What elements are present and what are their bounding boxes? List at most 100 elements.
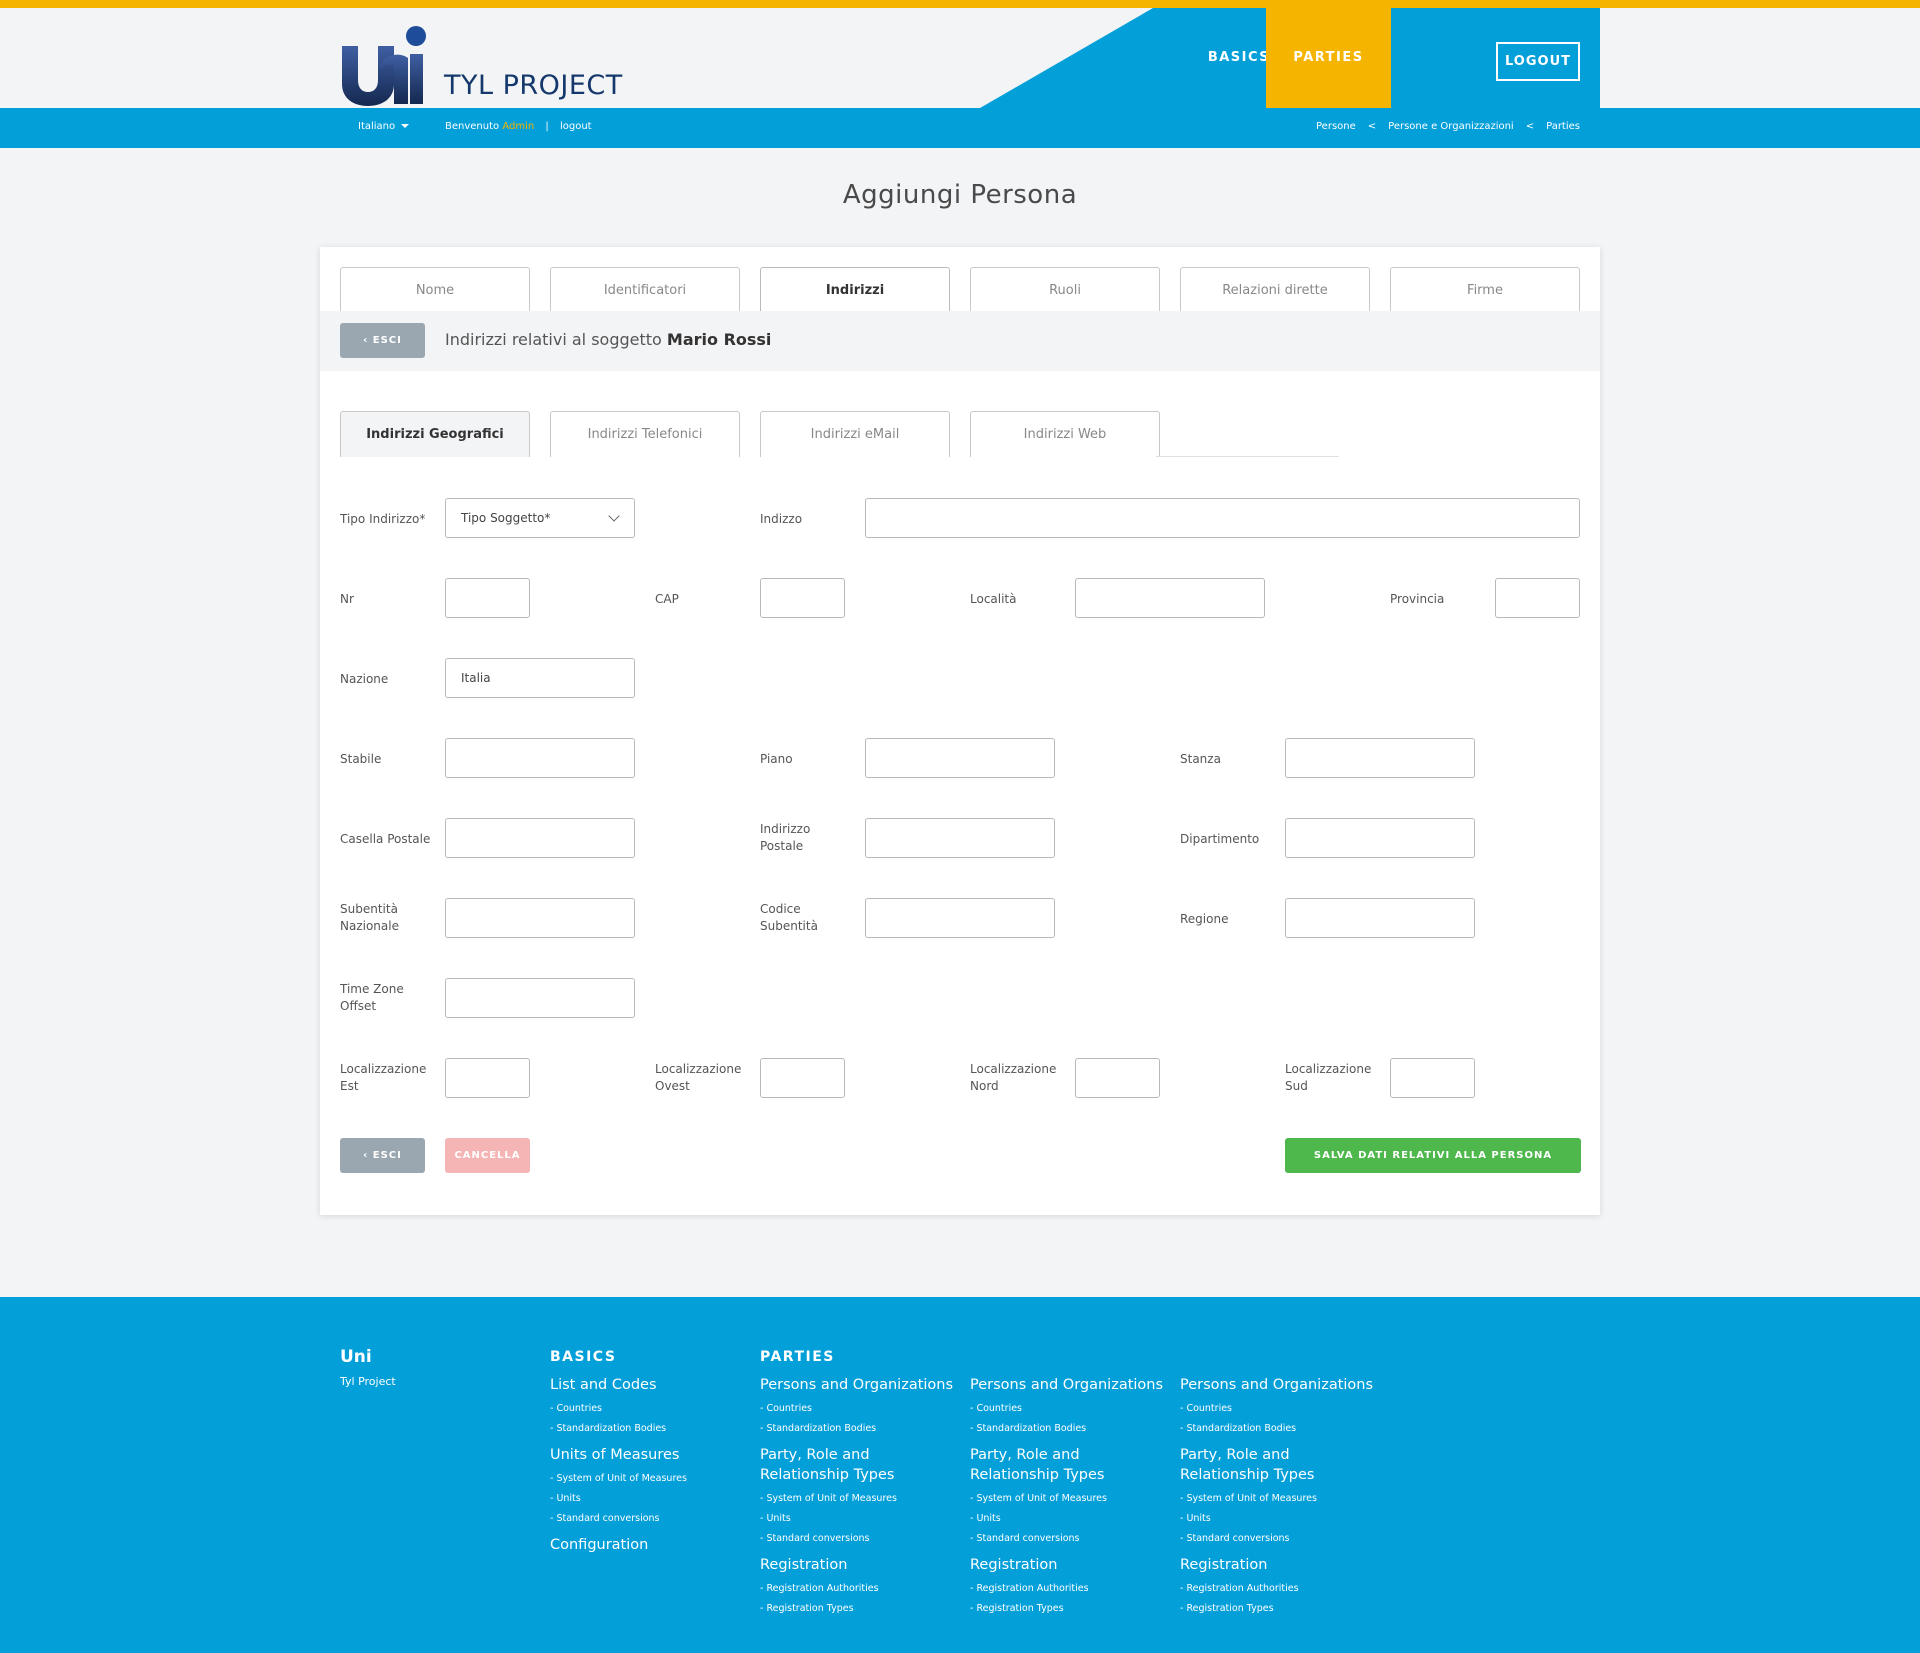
subtab-indirizzi-geografici[interactable]: Indirizzi Geografici bbox=[340, 411, 530, 457]
footer-group-title[interactable]: Persons and Organizations bbox=[970, 1375, 1170, 1395]
localita-input[interactable] bbox=[1075, 578, 1265, 618]
stabile-input[interactable] bbox=[445, 738, 635, 778]
label-line: Indirizzo bbox=[760, 822, 811, 836]
footer-link[interactable]: - System of Unit of Measures bbox=[760, 1489, 960, 1509]
footer-link[interactable]: - Standard conversions bbox=[970, 1529, 1170, 1549]
tab-firme[interactable]: Firme bbox=[1390, 267, 1580, 313]
label-line: Subentità bbox=[760, 919, 818, 933]
breadcrumb-item-persone-organizzazioni[interactable]: Persone e Organizzazioni bbox=[1388, 121, 1514, 132]
cap-input[interactable] bbox=[760, 578, 845, 618]
footer-link[interactable]: - Registration Authorities bbox=[970, 1579, 1170, 1599]
username: Admin bbox=[502, 121, 535, 132]
logout-button[interactable]: LOGOUT bbox=[1496, 42, 1580, 81]
footer-link[interactable]: - Registration Authorities bbox=[760, 1579, 960, 1599]
tab-ruoli[interactable]: Ruoli bbox=[970, 267, 1160, 313]
footer-group-title[interactable]: Persons and Organizations bbox=[760, 1375, 960, 1395]
footer-link[interactable]: - Standard conversions bbox=[760, 1529, 960, 1549]
tab-identificatori[interactable]: Identificatori bbox=[550, 267, 740, 313]
subtab-indirizzi-email[interactable]: Indirizzi eMail bbox=[760, 411, 950, 457]
localizzazione-est-input[interactable] bbox=[445, 1058, 530, 1098]
language-selector[interactable]: Italiano bbox=[358, 121, 410, 132]
footer-link[interactable]: - Units bbox=[760, 1509, 960, 1529]
footer-link[interactable]: - System of Unit of Measures bbox=[550, 1469, 750, 1489]
footer-group-title[interactable]: Party, Role and Relationship Types bbox=[970, 1445, 1170, 1485]
footer-group-title[interactable]: Party, Role and Relationship Types bbox=[1180, 1445, 1380, 1485]
dipartimento-input[interactable] bbox=[1285, 818, 1475, 858]
footer-link[interactable]: - Registration Authorities bbox=[1180, 1579, 1380, 1599]
uni-logo[interactable] bbox=[340, 24, 426, 106]
subtab-divider bbox=[1156, 456, 1339, 457]
footer-link[interactable]: - Registration Types bbox=[1180, 1599, 1380, 1619]
footer-group-title[interactable]: Units of Measures bbox=[550, 1445, 750, 1465]
casella-postale-input[interactable] bbox=[445, 818, 635, 858]
caret-down-icon bbox=[401, 124, 410, 128]
footer-group-title[interactable]: Party, Role and Relationship Types bbox=[760, 1445, 960, 1485]
footer: Uni Tyl Project BASICS List and Codes - … bbox=[0, 1297, 1920, 1653]
nr-input[interactable] bbox=[445, 578, 530, 618]
save-button[interactable]: SALVA DATI RELATIVI ALLA PERSONA bbox=[1285, 1138, 1581, 1173]
nav-parties[interactable]: PARTIES bbox=[1266, 8, 1391, 108]
footer-link[interactable]: - Countries bbox=[550, 1399, 750, 1419]
subentita-nazionale-input[interactable] bbox=[445, 898, 635, 938]
footer-link[interactable]: - Countries bbox=[1180, 1399, 1380, 1419]
breadcrumb-item-persone[interactable]: Persone bbox=[1316, 121, 1356, 132]
footer-group-title[interactable]: Registration bbox=[760, 1555, 960, 1575]
footer-link[interactable]: - Registration Types bbox=[970, 1599, 1170, 1619]
codice-subentita-input[interactable] bbox=[865, 898, 1055, 938]
footer-group-title[interactable]: List and Codes bbox=[550, 1375, 750, 1395]
subject-name: Mario Rossi bbox=[666, 330, 772, 349]
subject-bar: ‹ ESCI Indirizzi relativi al soggetto Ma… bbox=[320, 311, 1600, 371]
label-codice-subentita: Codice Subentità bbox=[760, 901, 818, 935]
label-provincia: Provincia bbox=[1390, 592, 1445, 606]
localizzazione-ovest-input[interactable] bbox=[760, 1058, 845, 1098]
footer-link[interactable]: - Standardization Bodies bbox=[970, 1419, 1170, 1439]
provincia-input[interactable] bbox=[1495, 578, 1580, 618]
tab-indirizzi[interactable]: Indirizzi bbox=[760, 267, 950, 313]
footer-group: Units of Measures - System of Unit of Me… bbox=[550, 1445, 750, 1529]
breadcrumb-separator: < bbox=[1525, 121, 1535, 132]
logout-link[interactable]: logout bbox=[560, 121, 592, 132]
footer-group-title[interactable]: Registration bbox=[1180, 1555, 1380, 1575]
footer-col-parties-2: Persons and Organizations - Countries - … bbox=[970, 1375, 1170, 1625]
footer-link[interactable]: - Standard conversions bbox=[1180, 1529, 1380, 1549]
stanza-input[interactable] bbox=[1285, 738, 1475, 778]
exit-button-bottom[interactable]: ‹ ESCI bbox=[340, 1138, 425, 1173]
footer-link[interactable]: - Countries bbox=[760, 1399, 960, 1419]
footer-group-title[interactable]: Registration bbox=[970, 1555, 1170, 1575]
localizzazione-nord-input[interactable] bbox=[1075, 1058, 1160, 1098]
time-zone-offset-input[interactable] bbox=[445, 978, 635, 1018]
breadcrumb-item-parties[interactable]: Parties bbox=[1546, 121, 1580, 132]
footer-link[interactable]: - Standardization Bodies bbox=[1180, 1419, 1380, 1439]
footer-brand-sub: Tyl Project bbox=[340, 1375, 396, 1388]
footer-link[interactable]: - Units bbox=[970, 1509, 1170, 1529]
footer-link[interactable]: - Standardization Bodies bbox=[760, 1419, 960, 1439]
tipo-indirizzo-select[interactable]: Tipo Soggetto* bbox=[445, 498, 635, 538]
footer-group-title[interactable]: Persons and Organizations bbox=[1180, 1375, 1380, 1395]
footer-link[interactable]: - Units bbox=[550, 1489, 750, 1509]
footer-link[interactable]: - Units bbox=[1180, 1509, 1380, 1529]
exit-label: ESCI bbox=[372, 1150, 402, 1161]
footer-link[interactable]: - System of Unit of Measures bbox=[970, 1489, 1170, 1509]
nazione-input[interactable] bbox=[445, 658, 635, 698]
subtab-indirizzi-web[interactable]: Indirizzi Web bbox=[970, 411, 1160, 457]
piano-input[interactable] bbox=[865, 738, 1055, 778]
indirizzo-input[interactable] bbox=[865, 498, 1580, 538]
footer-group-title[interactable]: Configuration bbox=[550, 1535, 750, 1555]
footer-link[interactable]: - System of Unit of Measures bbox=[1180, 1489, 1380, 1509]
exit-button-top[interactable]: ‹ ESCI bbox=[340, 323, 425, 358]
footer-link[interactable]: - Standard conversions bbox=[550, 1509, 750, 1529]
footer-col-parties-3: Persons and Organizations - Countries - … bbox=[1180, 1375, 1380, 1625]
cancel-button[interactable]: CANCELLA bbox=[445, 1138, 530, 1173]
tab-nome[interactable]: Nome bbox=[340, 267, 530, 313]
footer-link[interactable]: - Standardization Bodies bbox=[550, 1419, 750, 1439]
tab-relazioni-dirette[interactable]: Relazioni dirette bbox=[1180, 267, 1370, 313]
chevron-left-icon: ‹ bbox=[363, 1150, 373, 1161]
label-piano: Piano bbox=[760, 752, 793, 766]
footer-link[interactable]: - Registration Types bbox=[760, 1599, 960, 1619]
localizzazione-sud-input[interactable] bbox=[1390, 1058, 1475, 1098]
footer-group: Party, Role and Relationship Types - Sys… bbox=[760, 1445, 960, 1549]
indirizzo-postale-input[interactable] bbox=[865, 818, 1055, 858]
footer-link[interactable]: - Countries bbox=[970, 1399, 1170, 1419]
subtab-indirizzi-telefonici[interactable]: Indirizzi Telefonici bbox=[550, 411, 740, 457]
regione-input[interactable] bbox=[1285, 898, 1475, 938]
